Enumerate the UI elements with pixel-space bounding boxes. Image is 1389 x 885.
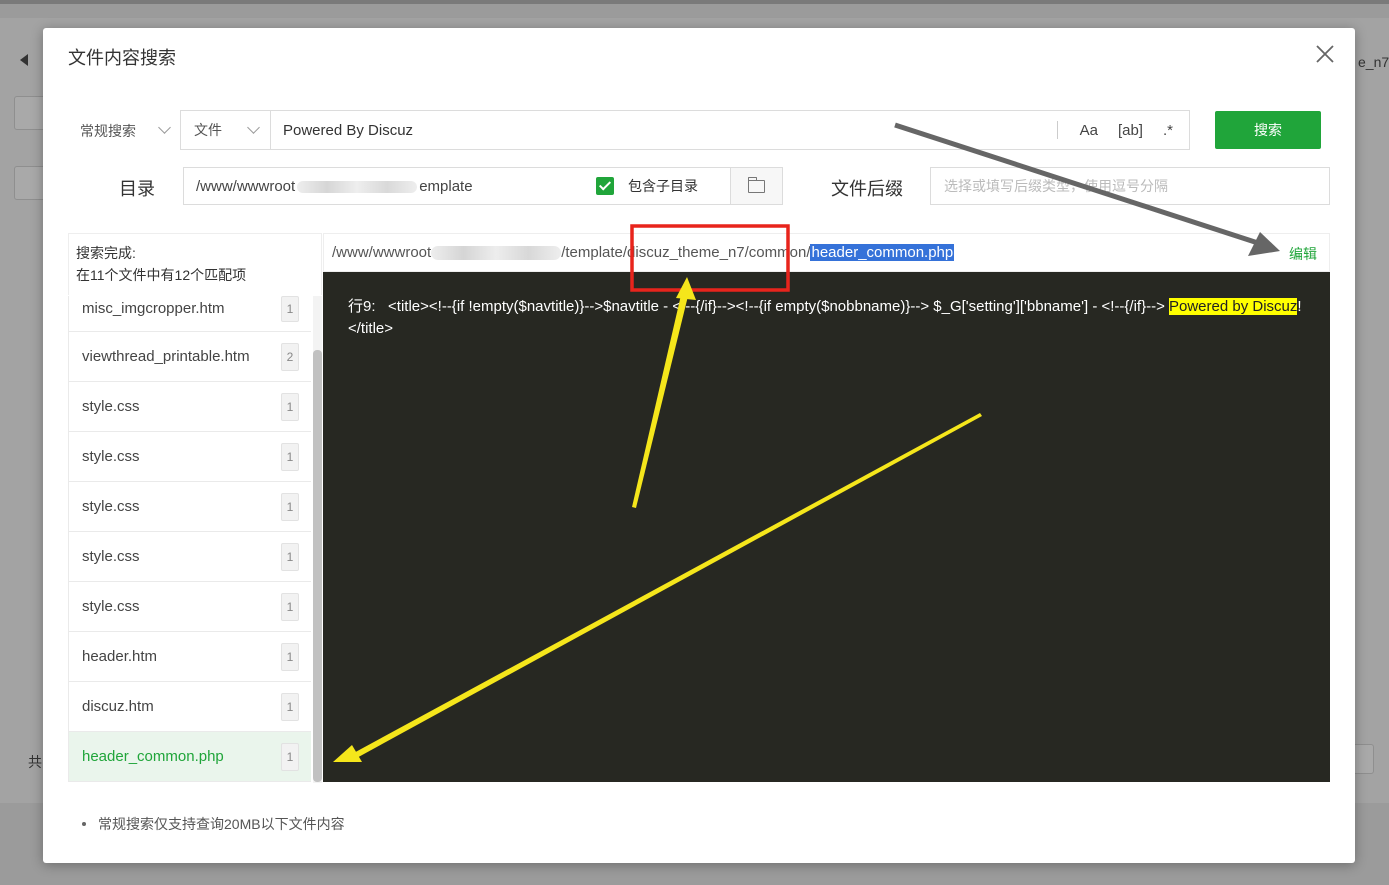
search-type-select[interactable]: 文件 xyxy=(181,111,271,149)
file-name: misc_imgcropper.htm xyxy=(82,300,225,317)
path-middle: /template/discuz_theme_n7/common/ xyxy=(561,244,811,261)
scrollbar-thumb[interactable] xyxy=(313,350,322,782)
code-preview: 行9: <title><!--{if !empty($navtitle)}-->… xyxy=(323,272,1330,782)
status-line-1: 搜索完成: xyxy=(76,245,136,261)
match-count-badge: 1 xyxy=(281,392,299,421)
match-count-badge: 1 xyxy=(281,592,299,621)
file-name: header.htm xyxy=(82,648,158,665)
match-count-badge: 1 xyxy=(281,742,299,771)
file-name: style.css xyxy=(82,598,140,615)
chevron-down-icon xyxy=(247,121,260,134)
directory-path-start: /www/wwwroot xyxy=(196,177,296,195)
match-count-badge: 1 xyxy=(281,692,299,721)
file-name: style.css xyxy=(82,548,140,565)
list-item[interactable]: style.css 1 xyxy=(68,582,311,632)
list-item[interactable]: style.css 1 xyxy=(68,482,311,532)
list-item[interactable]: style.css 1 xyxy=(68,432,311,482)
result-file-list: misc_imgcropper.htm 1 viewthread_printabl… xyxy=(68,296,311,783)
whole-word-toggle[interactable]: [ab] xyxy=(1108,111,1153,149)
path-file-name: header_common.php xyxy=(810,244,955,261)
back-arrow-icon xyxy=(20,54,28,66)
suffix-label: 文件后缀 xyxy=(831,179,903,199)
file-name: viewthread_printable.htm xyxy=(82,348,250,365)
dialog-title: 文件内容搜索 xyxy=(68,48,176,68)
directory-field[interactable]: /www/wwwroot emplate 包含子目录 xyxy=(183,167,783,205)
file-name: style.css xyxy=(82,448,140,465)
search-mode-select[interactable]: 常规搜索 xyxy=(80,121,136,141)
list-item[interactable]: style.css 1 xyxy=(68,382,311,432)
list-item[interactable]: misc_imgcropper.htm 1 xyxy=(68,296,311,332)
code-text-before: <title><!--{if !empty($navtitle)}-->$nav… xyxy=(388,298,1169,315)
background-footer-text: 共 xyxy=(28,754,42,770)
file-name: discuz.htm xyxy=(82,698,154,715)
code-line-label: 行9: xyxy=(348,298,376,315)
match-case-toggle[interactable]: Aa xyxy=(1070,111,1108,149)
file-name: style.css xyxy=(82,498,140,515)
results-sidebar: 搜索完成: 在11个文件中有12个匹配项 misc_imgcropper.htm… xyxy=(68,233,322,783)
match-count-badge: 1 xyxy=(281,642,299,671)
match-count-badge: 1 xyxy=(281,542,299,571)
list-item[interactable]: style.css 1 xyxy=(68,532,311,582)
redacted-path xyxy=(297,180,418,193)
search-type-label: 文件 xyxy=(194,122,222,138)
directory-label: 目录 xyxy=(119,179,155,199)
include-subdirs-label: 包含子目录 xyxy=(628,178,698,194)
edit-link[interactable]: 编辑 xyxy=(1289,244,1317,264)
browse-folder-button[interactable] xyxy=(730,168,782,204)
file-name: header_common.php xyxy=(82,748,224,765)
background-top-bar xyxy=(0,0,1389,4)
code-match-highlight: Powered by Discuz xyxy=(1169,298,1298,315)
status-line-2: 在11个文件中有12个匹配项 xyxy=(76,267,247,283)
search-button[interactable]: 搜索 xyxy=(1215,111,1321,149)
folder-icon xyxy=(747,176,765,193)
result-file-path: /www/wwwroot/template/discuz_theme_n7/co… xyxy=(323,233,1330,272)
close-icon[interactable] xyxy=(1313,42,1337,66)
note-bullet xyxy=(82,822,86,826)
divider xyxy=(1056,121,1058,139)
directory-path-end: emplate xyxy=(419,177,473,195)
match-count-badge: 2 xyxy=(281,342,299,371)
match-count-badge: 1 xyxy=(281,296,299,322)
include-subdirs-checkbox[interactable] xyxy=(596,177,614,195)
path-prefix: /www/wwwroot xyxy=(332,244,432,261)
list-item[interactable]: viewthread_printable.htm 2 xyxy=(68,332,311,382)
list-item-selected[interactable]: header_common.php 1 xyxy=(68,732,311,782)
background-tab-label: e_n7 xyxy=(1358,54,1389,70)
match-count-badge: 1 xyxy=(281,492,299,521)
list-item[interactable]: header.htm 1 xyxy=(68,632,311,682)
regex-toggle[interactable]: .* xyxy=(1153,111,1189,149)
chevron-down-icon xyxy=(158,121,171,134)
size-limit-note: 常规搜索仅支持查询20MB以下文件内容 xyxy=(98,816,345,832)
search-status: 搜索完成: 在11个文件中有12个匹配项 xyxy=(68,233,322,295)
search-input[interactable]: Powered By Discuz xyxy=(271,111,1057,149)
file-content-search-dialog: 文件内容搜索 常规搜索 文件 Powered By Discuz Aa [ab]… xyxy=(43,28,1355,863)
redacted-path xyxy=(431,245,562,260)
list-item[interactable]: discuz.htm 1 xyxy=(68,682,311,732)
match-count-badge: 1 xyxy=(281,442,299,471)
search-bar: 文件 Powered By Discuz Aa [ab] .* xyxy=(180,110,1190,150)
file-name: style.css xyxy=(82,398,140,415)
suffix-input[interactable]: 选择或填写后缀类型，使用逗号分隔 xyxy=(930,167,1330,205)
